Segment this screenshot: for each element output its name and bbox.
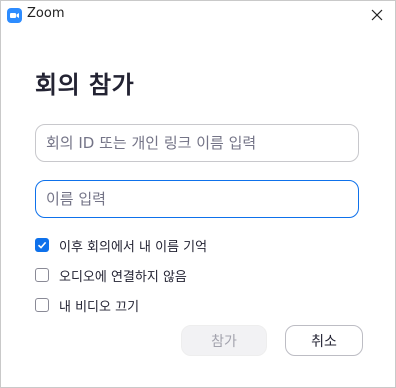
checkmark-icon	[37, 241, 47, 249]
no-audio-label: 오디오에 연결하지 않음	[59, 269, 187, 285]
video-off-label: 내 비디오 끄기	[59, 299, 140, 315]
dialog-heading: 회의 참가	[35, 71, 135, 99]
zoom-camera-icon	[7, 8, 22, 23]
remember-name-label: 이후 회의에서 내 이름 기억	[59, 239, 208, 255]
zoom-join-window: Zoom 회의 참가 이후 회의에서 내 이름 기억 오디오에 연결하지 않음 …	[0, 0, 396, 388]
join-button[interactable]: 참가	[181, 325, 267, 356]
window-title: Zoom	[27, 6, 65, 21]
remember-name-option[interactable]: 이후 회의에서 내 이름 기억	[35, 236, 208, 255]
meeting-id-input[interactable]	[35, 124, 359, 162]
remember-name-checkbox[interactable]	[35, 238, 49, 252]
video-off-checkbox[interactable]	[35, 298, 49, 312]
close-icon	[371, 9, 383, 21]
name-input[interactable]	[35, 180, 359, 218]
no-audio-option[interactable]: 오디오에 연결하지 않음	[35, 266, 187, 285]
video-off-option[interactable]: 내 비디오 끄기	[35, 296, 140, 315]
cancel-button[interactable]: 취소	[285, 325, 363, 356]
title-bar: Zoom	[1, 1, 395, 29]
no-audio-checkbox[interactable]	[35, 268, 49, 282]
close-button[interactable]	[359, 1, 395, 29]
